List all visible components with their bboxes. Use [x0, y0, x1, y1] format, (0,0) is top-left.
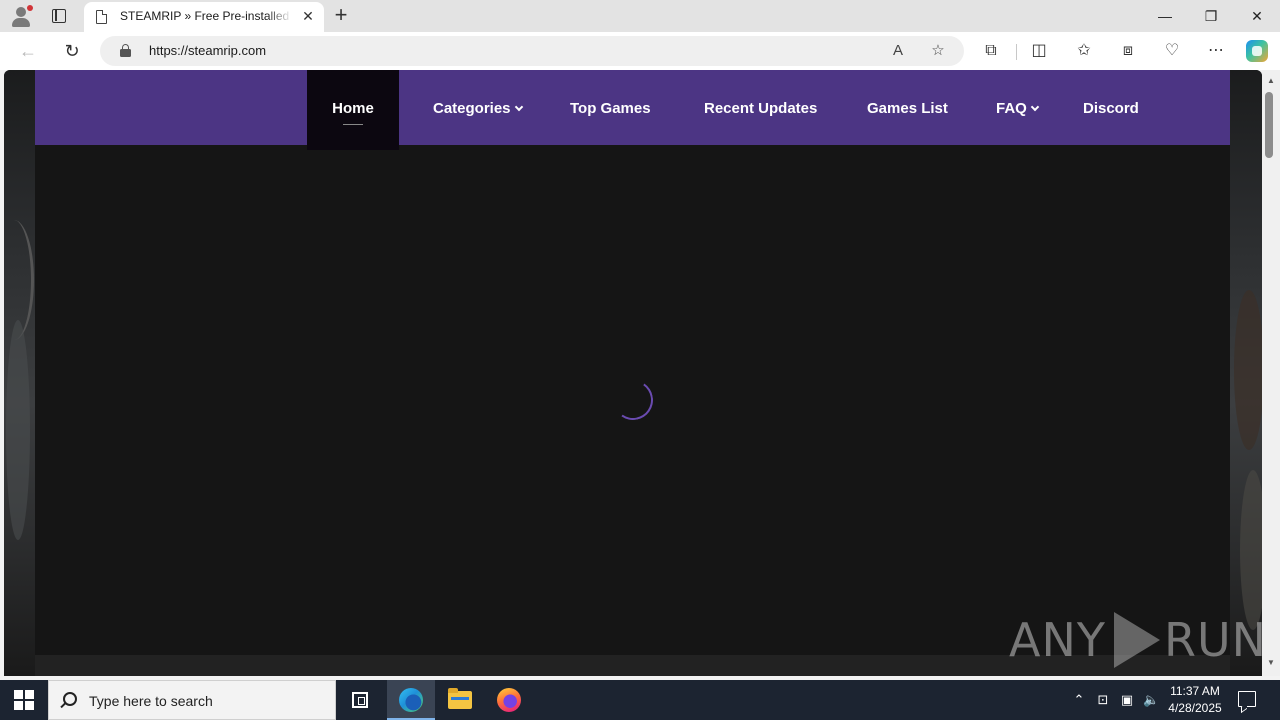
notification-icon[interactable] — [1238, 691, 1256, 707]
tab-title: STEAMRIP » Free Pre-installed Steam Game… — [120, 9, 292, 23]
browser-tab-bar: STEAMRIP » Free Pre-installed Steam Game… — [0, 0, 1280, 32]
read-aloud-icon[interactable]: A — [888, 41, 908, 61]
chevron-up-icon[interactable]: ⌃ — [1071, 692, 1087, 708]
active-indicator — [343, 124, 363, 125]
copilot-icon[interactable] — [1246, 40, 1268, 62]
refresh-icon[interactable]: ↻ — [61, 40, 83, 62]
puzzle-icon[interactable]: ⧉ — [980, 40, 1002, 62]
nav-faq[interactable]: FAQ — [996, 70, 1040, 145]
clock-date: 4/28/2025 — [1168, 701, 1222, 715]
restore-icon[interactable]: ❐ — [1188, 0, 1234, 32]
file-explorer-icon — [448, 688, 472, 709]
url-text[interactable]: https://steamrip.com — [149, 43, 266, 58]
chevron-down-icon — [1030, 102, 1040, 112]
page-icon — [96, 10, 107, 24]
edge-taskbar-button[interactable] — [387, 680, 435, 720]
loading-spinner-icon — [609, 376, 657, 424]
windows-taskbar: Type here to search ⌃ ⊡ ▣ 🔈 11:37 AM 4/2… — [0, 680, 1280, 720]
nav-discord[interactable]: Discord — [1083, 70, 1139, 145]
search-icon — [63, 692, 77, 706]
watermark-text-right: RUN — [1163, 613, 1262, 667]
background-art-right — [1230, 70, 1262, 676]
edge-icon — [399, 688, 423, 712]
anyrun-watermark: ANY RUN — [1009, 610, 1262, 670]
browser-tab[interactable]: STEAMRIP » Free Pre-installed Steam Game… — [84, 2, 324, 32]
nav-categories[interactable]: Categories — [433, 70, 523, 145]
network-icon[interactable]: ▣ — [1119, 692, 1135, 708]
ellipsis-icon[interactable]: ⋯ — [1205, 40, 1227, 62]
nav-top-games[interactable]: Top Games — [570, 70, 651, 145]
scrollbar-thumb[interactable] — [1265, 92, 1273, 158]
split-screen-icon[interactable]: ◫ — [1028, 40, 1050, 62]
toolbar-divider — [1016, 44, 1017, 60]
background-art-left — [4, 70, 35, 676]
taskbar-search-box[interactable]: Type here to search — [48, 680, 336, 720]
scroll-down-icon[interactable]: ▼ — [1266, 658, 1276, 668]
firefox-taskbar-button[interactable] — [485, 680, 533, 720]
nav-home[interactable]: Home — [307, 70, 399, 150]
nav-top-games-label: Top Games — [570, 100, 651, 117]
star-icon[interactable]: ☆ — [928, 41, 948, 61]
windows-start-icon[interactable] — [14, 690, 34, 710]
plus-icon[interactable]: + — [331, 4, 351, 26]
task-view-button[interactable] — [336, 680, 384, 720]
site-content: Home Categories Top Games Recent Updates… — [35, 70, 1230, 676]
volume-icon[interactable]: 🔈 — [1143, 692, 1159, 708]
profile-icon[interactable] — [10, 5, 33, 27]
scroll-up-icon[interactable]: ▲ — [1266, 76, 1276, 86]
chevron-down-icon — [514, 102, 523, 112]
play-icon — [1113, 612, 1160, 668]
file-explorer-button[interactable] — [436, 680, 484, 720]
favorites-icon[interactable]: ✩ — [1073, 40, 1095, 62]
address-bar[interactable]: https://steamrip.com A ☆ — [100, 36, 964, 66]
heart-pulse-icon[interactable]: ♡ — [1161, 40, 1183, 62]
page-viewport: Home Categories Top Games Recent Updates… — [4, 70, 1262, 676]
network-adapter-icon[interactable]: ⊡ — [1095, 692, 1111, 708]
back-arrow-icon[interactable]: ← — [17, 40, 39, 62]
taskbar-clock[interactable]: 11:37 AM 4/28/2025 — [1160, 683, 1230, 717]
address-toolbar: ← ↻ https://steamrip.com A ☆ ⧉ ◫ ✩ ⧈ ♡ ⋯ — [0, 32, 1280, 70]
nav-recent-updates-label: Recent Updates — [704, 100, 818, 117]
search-placeholder: Type here to search — [89, 693, 213, 709]
firefox-icon — [497, 688, 521, 712]
main-navigation: Home Categories Top Games Recent Updates… — [35, 70, 1230, 150]
nav-categories-label: Categories — [433, 100, 511, 117]
tab-actions-icon[interactable] — [52, 9, 66, 23]
minimize-icon[interactable]: — — [1142, 0, 1188, 32]
window-close-icon[interactable]: ✕ — [1234, 0, 1280, 32]
clock-time: 11:37 AM — [1170, 684, 1220, 698]
nav-games-list[interactable]: Games List — [867, 70, 948, 145]
task-view-icon — [352, 692, 368, 708]
close-icon[interactable]: ✕ — [300, 8, 316, 24]
nav-home-label: Home — [332, 100, 374, 117]
nav-games-list-label: Games List — [867, 100, 948, 117]
nav-discord-label: Discord — [1083, 100, 1139, 117]
nav-faq-label: FAQ — [996, 100, 1027, 117]
nav-recent-updates[interactable]: Recent Updates — [704, 70, 817, 145]
lock-icon[interactable] — [120, 44, 131, 57]
watermark-text-left: ANY — [1009, 613, 1106, 667]
collections-icon[interactable]: ⧈ — [1117, 40, 1139, 62]
page-scrollbar[interactable]: ▲ ▼ — [1262, 70, 1280, 676]
